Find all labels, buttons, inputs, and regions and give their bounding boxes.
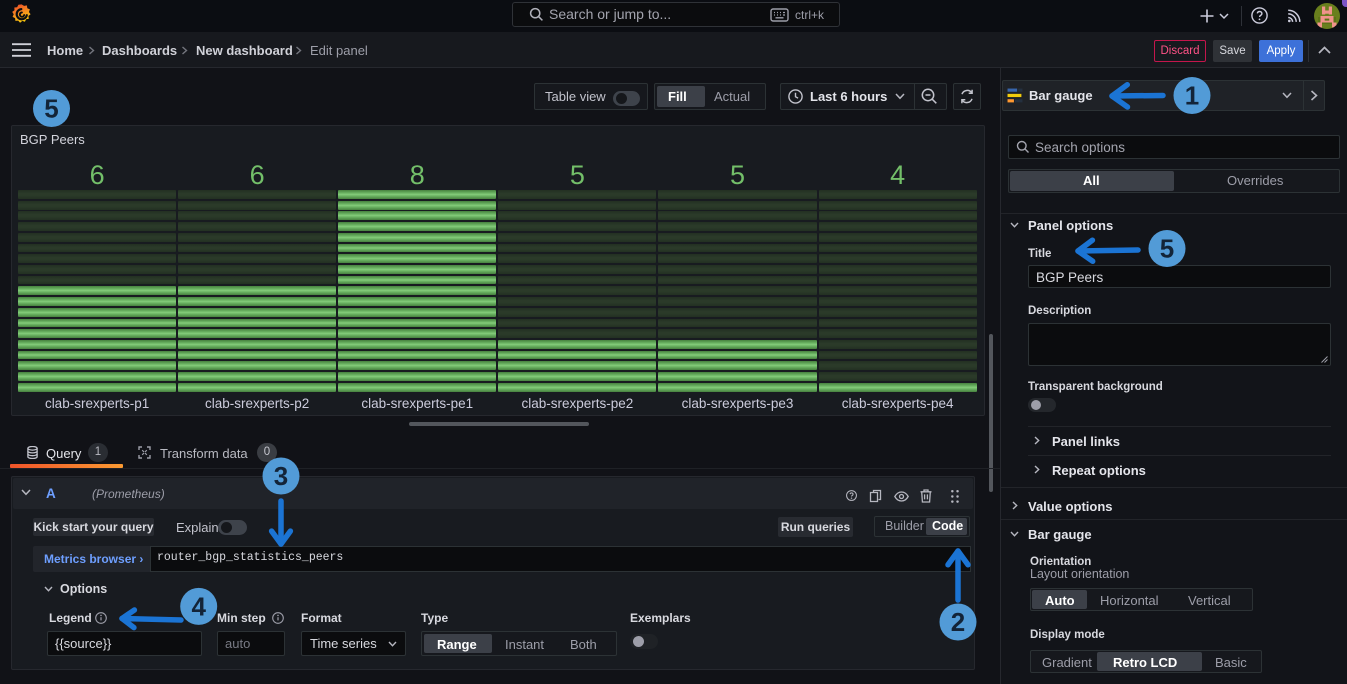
svg-text:2: 2 xyxy=(951,607,965,637)
svg-text:5: 5 xyxy=(44,94,58,124)
svg-text:3: 3 xyxy=(274,461,288,491)
svg-text:5: 5 xyxy=(1160,234,1174,264)
svg-text:4: 4 xyxy=(191,591,206,621)
svg-text:1: 1 xyxy=(1185,81,1199,111)
